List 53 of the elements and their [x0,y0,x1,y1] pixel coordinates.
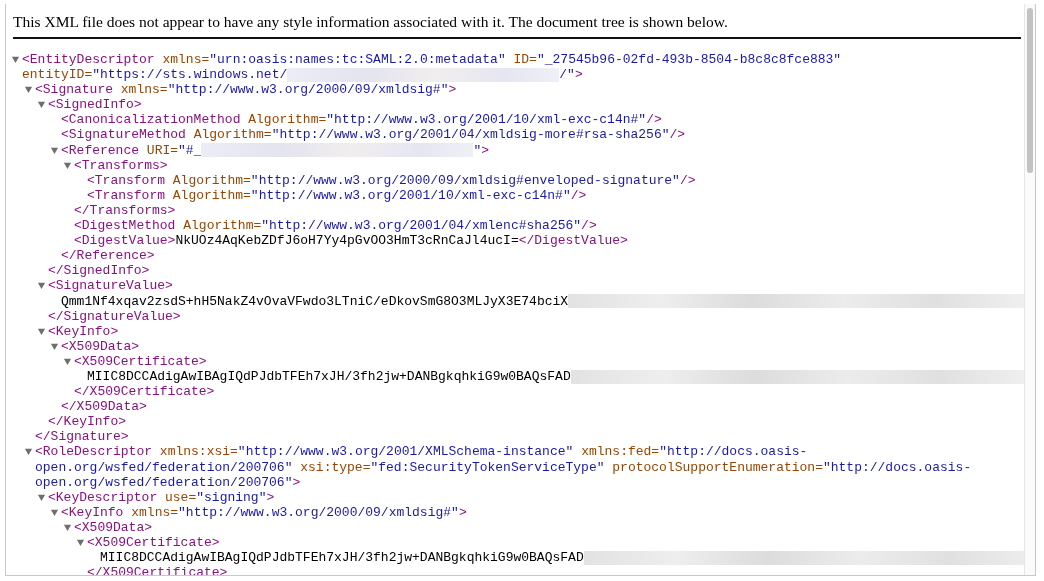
code-text: <X509Certificate> [87,535,220,550]
collapse-triangle-icon[interactable] [24,85,33,95]
code-text: <Signature xmlns="http://www.w3.org/2000/09/xmldsig#"> [35,82,457,98]
code-text: <SignatureValue> [48,278,173,294]
code-text: <DigestMethod Algorithm="http://www.w3.org/2001/04/xmlenc#sha256"/> [74,218,597,234]
code-text: <KeyInfo xmlns="http://www.w3.org/2000/09/xmldsig#"> [61,504,467,520]
collapse-triangle-icon[interactable] [50,341,59,351]
code-text: </Signature> [35,429,129,445]
code-text: URI="#_ [146,142,202,158]
code-text: <SignatureMethod Algorithm="http://www.w3.org/2001/04/xmldsig-more#rsa-sha256"/> [61,127,686,143]
code-text: </SignedInfo> [48,263,150,279]
code-text: MIIC8DCCAdigAwIBAgIQdPJdbTFEh7xJH/3fh2jw+DANBgkqhkiG9w0BAQsFAD [100,550,584,566]
code-text: <RoleDescriptor xmlns:xsi="http://www.w3.org/2001/XMLSchema-instance" xmlns:fed="http://docs.oasis-open.org/wsfed/federation/200706" xsi:type="fed:SecurityTokenServiceType" protocolSupportEnumeration="http://docs.oasis-open.org/wsfed/federation/200706"> [35,444,972,490]
collapse-triangle-icon[interactable] [37,100,46,110]
collapse-triangle-icon[interactable] [37,326,46,336]
code-text: </SignatureValue> [48,308,181,324]
collapse-triangle-icon[interactable] [63,356,72,366]
code-text: entityID="https://sts.windows.net/ [22,67,288,83]
scrollbar[interactable] [1024,4,1035,575]
collapse-triangle-icon[interactable] [37,492,46,502]
code-text: <Transforms> [74,157,168,173]
collapse-triangle-icon[interactable] [24,447,33,457]
code-text: ID="_27545b96-02fd-493b-8504-b8c8c8fce883" [513,52,842,68]
code-text: <X509Data> [74,519,152,535]
code-text: <CanonicalizationMethod Algorithm="http://www.w3.org/2001/10/xml-exc-c14n#"/> [61,112,662,128]
code-text: "> [473,142,490,158]
code-text: <EntityDescriptor [22,52,155,68]
code-text: </X509Data> [61,399,147,415]
collapse-triangle-icon[interactable] [37,281,46,291]
code-text: <Reference [61,142,139,158]
code-text: /"> [559,67,583,83]
code-text: </KeyInfo> [48,414,126,430]
code-text: <SignedInfo> [48,97,142,113]
collapse-triangle-icon[interactable] [63,160,72,170]
collapse-triangle-icon[interactable] [50,145,59,155]
code-text: <KeyDescriptor use="signing"> [48,489,275,505]
code-text: xmlns="urn:oasis:names:tc:SAML:2.0:metadata" [162,52,506,68]
collapse-triangle-icon[interactable] [11,55,20,64]
code-text: <Transform Algorithm="http://www.w3.org/2000/09/xmldsig#enveloped-signature"/> [87,172,696,188]
collapse-triangle-icon[interactable] [76,538,85,547]
collapse-triangle-icon[interactable] [63,522,72,532]
code-text: <KeyInfo> [48,323,119,339]
code-text: </Transforms> [74,202,176,218]
code-text: <X509Certificate> [74,353,207,369]
code-text: Qmm1Nf4xqav2zsdS+hH5NakZ4vOvaVFwdo3LTniC/eDkovSmG8O3MLJyX3E74bciX [61,293,569,309]
collapse-triangle-icon[interactable] [50,507,59,517]
code-text: <Transform Algorithm="http://www.w3.org/2001/10/xml-exc-c14n#"/> [87,187,587,203]
notice-text: This XML file does not appear to have any style information associated with it. The document tree is shown below. [13,13,729,31]
code-text: MIIC8DCCAdigAwIBAgIQdPJdbTFEh7xJH/3fh2jw+DANBgkqhkiG9w0BAQsFAD [87,368,571,385]
code-text: <X509Data> [61,338,139,354]
code-text: </X509Certificate> [74,384,215,400]
code-text: </Reference> [61,248,155,264]
code-text: <DigestValue>NkUOz4AqKebZDfJ6oH7Yy4pGvOO3HmT3cRnCaJl4ucI=</DigestValue> [74,233,628,249]
